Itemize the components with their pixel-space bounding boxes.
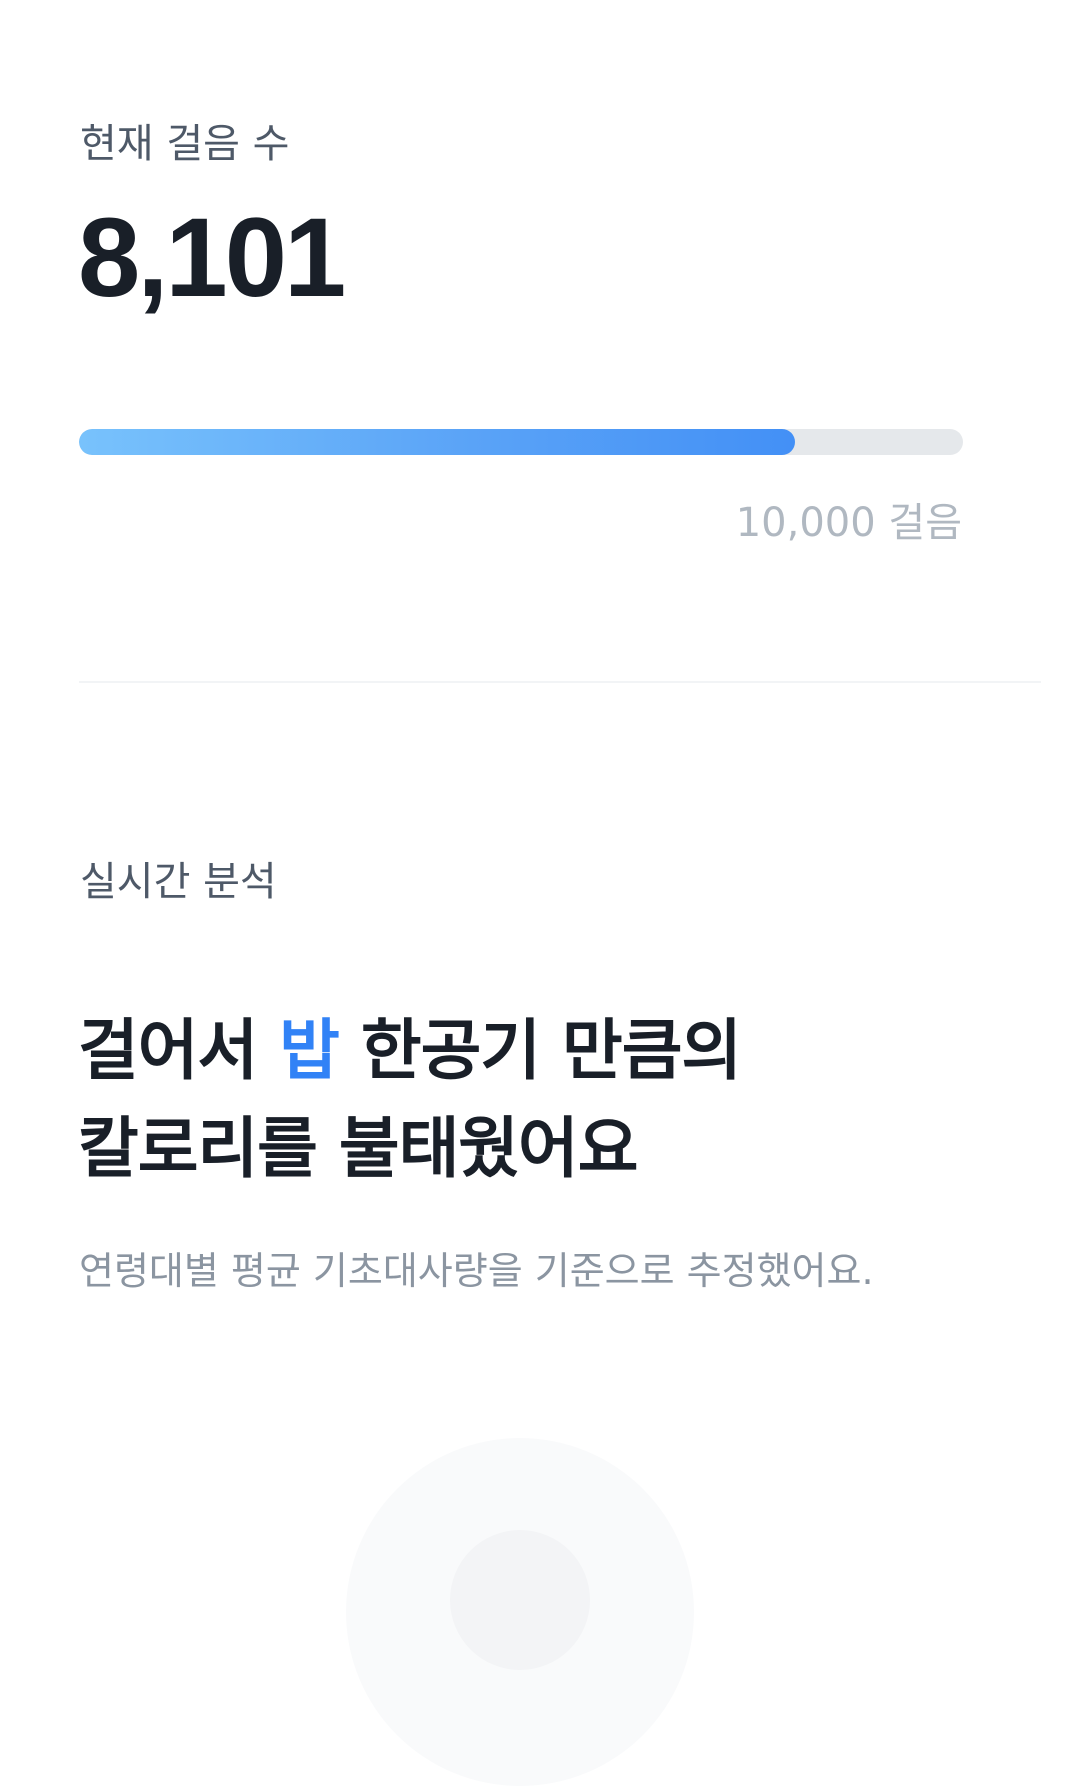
headline-line-1: 걸어서 밥 한공기 만큼의 — [78, 1002, 742, 1100]
headline-line-2: 칼로리를 불태웠어요 — [78, 1110, 638, 1187]
current-steps-value: 8,101 — [78, 195, 346, 320]
current-steps-label: 현재 걸음 수 — [80, 121, 290, 167]
step-goal-label: 10,000 걸음 — [735, 500, 962, 546]
estimation-note: 연령대별 평균 기초대사량을 기준으로 추정했어요. — [79, 1249, 874, 1293]
calorie-headline: 걸어서 밥 한공기 만큼의 칼로리를 불태웠어요 — [78, 1002, 742, 1198]
steps-progress-fill — [79, 429, 796, 455]
headline-accent-rice: 밥 — [279, 1012, 340, 1089]
headline-text-post: 한공기 만큼의 — [338, 1012, 742, 1089]
section-divider — [79, 681, 1041, 683]
headline-text-pre: 걸어서 — [78, 1012, 280, 1089]
steps-progress-bar — [79, 429, 963, 455]
rice-bowl-illustration-inner — [450, 1530, 590, 1670]
realtime-analysis-label: 실시간 분석 — [80, 859, 277, 905]
